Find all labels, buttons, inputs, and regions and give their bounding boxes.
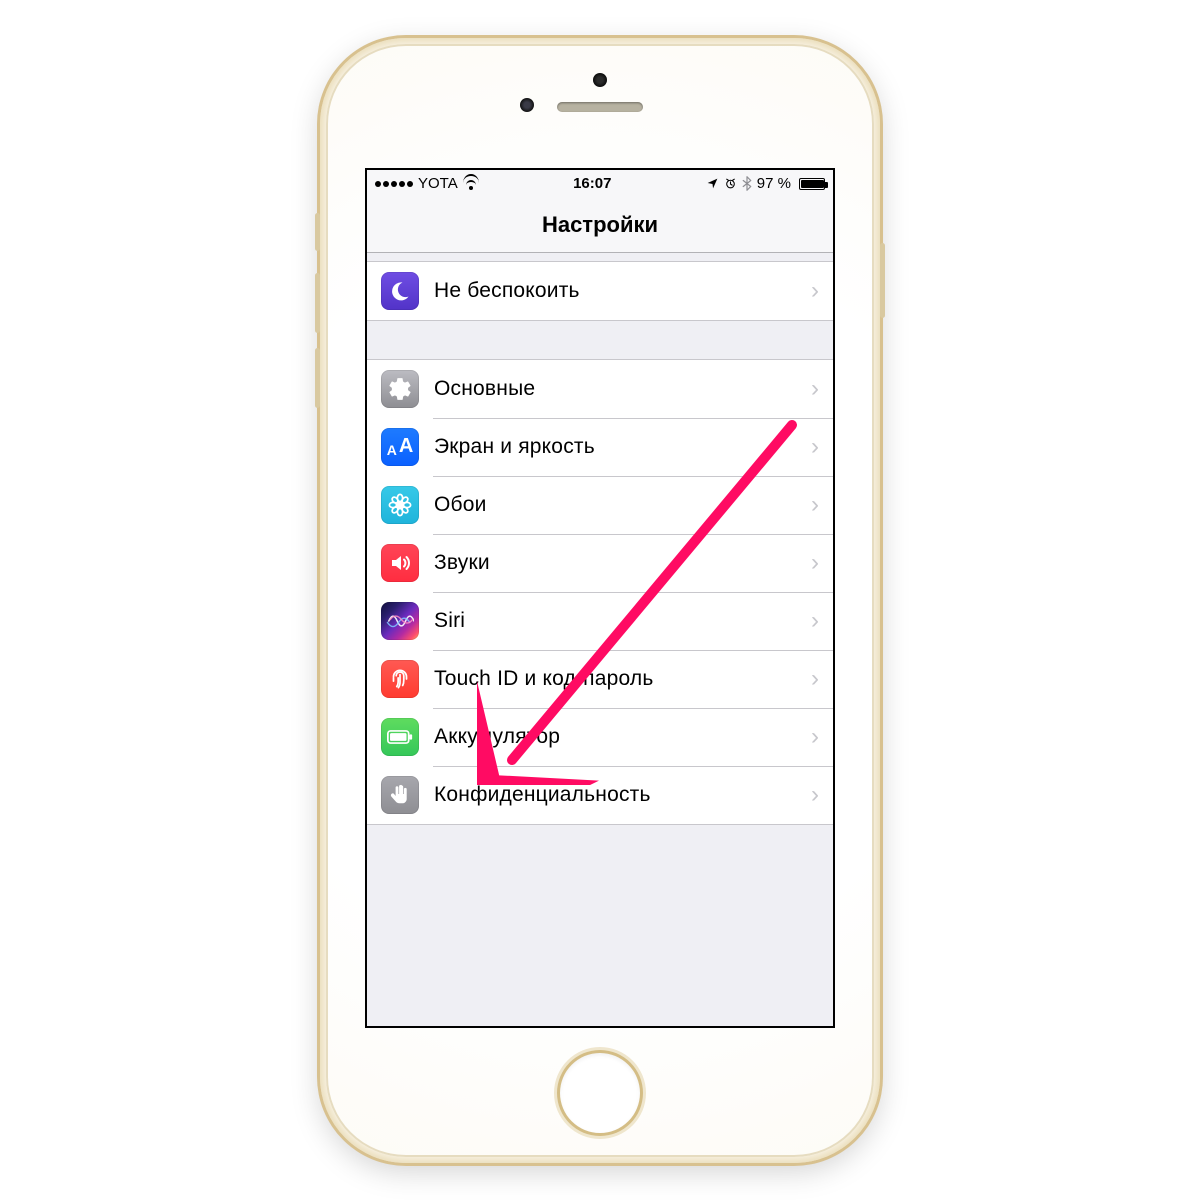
- page-title: Настройки: [542, 212, 658, 238]
- settings-row-label: Touch ID и код-пароль: [434, 667, 811, 691]
- settings-row-wall[interactable]: Обои›: [367, 476, 833, 534]
- nav-bar: Настройки: [367, 198, 833, 253]
- text-size-icon: AA: [381, 428, 419, 466]
- settings-list[interactable]: Не беспокоить›Основные›AAЭкран и яркость…: [367, 253, 833, 825]
- home-button[interactable]: [560, 1053, 640, 1133]
- volume-down-button: [315, 348, 320, 408]
- clock: 16:07: [573, 175, 611, 192]
- earpiece-speaker: [557, 102, 643, 112]
- settings-group: Не беспокоить›: [367, 261, 833, 321]
- phone-frame: YOTA 16:07 97 % Настрой: [320, 38, 880, 1163]
- settings-row-label: Siri: [434, 609, 811, 633]
- carrier-label: YOTA: [418, 175, 458, 192]
- settings-row-label: Конфиденциальность: [434, 783, 811, 807]
- chevron-right-icon: ›: [811, 277, 819, 305]
- settings-row-display[interactable]: AA Экран и яркость›: [367, 418, 833, 476]
- chevron-right-icon: ›: [811, 491, 819, 519]
- settings-row-label: Обои: [434, 493, 811, 517]
- speaker-icon: [381, 544, 419, 582]
- settings-row-label: Звуки: [434, 551, 811, 575]
- chevron-right-icon: ›: [811, 375, 819, 403]
- settings-row-label: Аккумулятор: [434, 725, 811, 749]
- battery-icon: [796, 178, 825, 190]
- signal-strength-icon: [375, 181, 413, 187]
- settings-group: Основные›AAЭкран и яркость›Обои›Звуки›Si…: [367, 359, 833, 825]
- proximity-sensor: [520, 98, 534, 112]
- settings-row-siri[interactable]: Siri›: [367, 592, 833, 650]
- screen: YOTA 16:07 97 % Настрой: [365, 168, 835, 1028]
- settings-row-label: Экран и яркость: [434, 435, 811, 459]
- chevron-right-icon: ›: [811, 781, 819, 809]
- battery-percent: 97 %: [757, 175, 791, 192]
- settings-row-battery[interactable]: Аккумулятор›: [367, 708, 833, 766]
- siri-icon: [381, 602, 419, 640]
- volume-up-button: [315, 273, 320, 333]
- settings-row-general[interactable]: Основные›: [367, 360, 833, 418]
- fingerprint-icon: [381, 660, 419, 698]
- settings-row-label: Не беспокоить: [434, 279, 811, 303]
- chevron-right-icon: ›: [811, 433, 819, 461]
- chevron-right-icon: ›: [811, 723, 819, 751]
- mute-switch: [315, 213, 320, 251]
- settings-row-sound[interactable]: Звуки›: [367, 534, 833, 592]
- front-camera: [593, 73, 607, 87]
- hand-icon: [381, 776, 419, 814]
- settings-row-privacy[interactable]: Конфиденциальность›: [367, 766, 833, 824]
- settings-row-dnd[interactable]: Не беспокоить›: [367, 262, 833, 320]
- alarm-icon: [724, 177, 737, 190]
- status-bar: YOTA 16:07 97 %: [367, 170, 833, 198]
- moon-icon: [381, 272, 419, 310]
- chevron-right-icon: ›: [811, 549, 819, 577]
- location-icon: [706, 177, 719, 190]
- settings-row-touch[interactable]: Touch ID и код-пароль›: [367, 650, 833, 708]
- bluetooth-icon: [742, 176, 752, 191]
- chevron-right-icon: ›: [811, 665, 819, 693]
- settings-row-label: Основные: [434, 377, 811, 401]
- battery-icon: [381, 718, 419, 756]
- gear-icon: [381, 370, 419, 408]
- wifi-icon: [463, 178, 479, 190]
- flower-icon: [381, 486, 419, 524]
- chevron-right-icon: ›: [811, 607, 819, 635]
- power-button: [880, 243, 885, 318]
